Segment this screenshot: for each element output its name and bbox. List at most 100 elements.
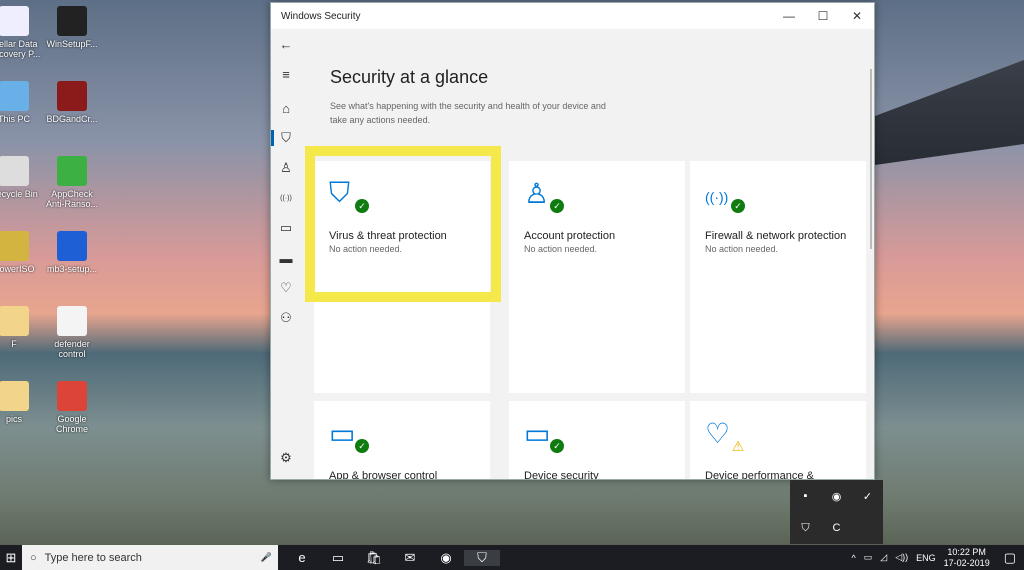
sidebar-item-virus-protection[interactable]: ⛉ bbox=[271, 123, 301, 153]
card-status: No action needed. bbox=[524, 244, 598, 254]
notifications-icon[interactable]: ▢ bbox=[1004, 550, 1016, 566]
card-firewall-network-protection[interactable]: ((·)) ✓ Firewall & network protection No … bbox=[690, 161, 866, 393]
card-icon: ♡ ⚠ bbox=[705, 418, 745, 454]
desktop-icon[interactable]: Recycle Bin bbox=[0, 156, 42, 199]
desktop-app-icon bbox=[0, 6, 29, 36]
card-device-security[interactable]: ▭ ✓ Device security bbox=[509, 401, 685, 479]
desktop-app-icon bbox=[0, 306, 29, 336]
system-tray: ^ ▭ ◿ ◁)) ENG 10:22 PM 17-02-2019 ▢ bbox=[852, 547, 1024, 569]
desktop-icon[interactable]: AppCheck Anti-Ranso... bbox=[44, 156, 100, 209]
tray-network-app-icon[interactable]: ▪ bbox=[804, 490, 808, 502]
warning-badge-icon: ⚠ bbox=[731, 438, 745, 454]
card-app-browser-control[interactable]: ▭ ✓ App & browser control bbox=[314, 401, 490, 479]
window-title: Windows Security bbox=[281, 10, 361, 22]
card-virus-threat-protection[interactable]: ⛉ ✓ Virus & threat protection No action n… bbox=[314, 161, 490, 393]
card-device-performance-[interactable]: ♡ ⚠ Device performance & bbox=[690, 401, 866, 479]
card-status: No action needed. bbox=[329, 244, 403, 254]
desktop-icon[interactable]: WinSetupF... bbox=[44, 6, 100, 49]
sidebar-item-app-browser[interactable]: ▭ bbox=[271, 213, 301, 243]
desktop-app-icon bbox=[57, 156, 87, 186]
menu-icon: ≡ bbox=[282, 66, 290, 82]
sidebar-item-device-health[interactable]: ♡ bbox=[271, 273, 301, 303]
search-box[interactable]: ○ Type here to search 🎤 bbox=[22, 545, 278, 570]
desktop-app-icon bbox=[0, 156, 29, 186]
close-button[interactable]: ✕ bbox=[840, 9, 874, 23]
desktop-app-icon bbox=[57, 231, 87, 261]
taskbar: ⊞ ○ Type here to search 🎤 e ▭ 🛍 ✉ ◉ ⛉ ^ ▭ ◿ ◁… bbox=[0, 545, 1024, 570]
sidebar-item-home[interactable]: ⌂ bbox=[271, 93, 301, 123]
desktop-icon-label: pics bbox=[5, 414, 22, 424]
desktop-icon[interactable]: F bbox=[0, 306, 42, 349]
taskbar-windows-security-icon[interactable]: ⛉ bbox=[464, 549, 500, 566]
card-title: Device performance & bbox=[705, 470, 814, 479]
sidebar-item-family[interactable]: ⚇ bbox=[271, 303, 301, 333]
tray-overflow-flyout: ▪ ◉ ✓ ⛉ C bbox=[790, 480, 883, 544]
battery-icon[interactable]: ▭ bbox=[864, 552, 873, 563]
sidebar-item-back[interactable]: ← bbox=[271, 29, 301, 59]
desktop-icon[interactable]: This PC bbox=[0, 81, 42, 124]
search-placeholder: Type here to search bbox=[44, 551, 142, 564]
taskbar-chrome-icon[interactable]: ◉ bbox=[428, 550, 464, 566]
title-bar: Windows Security — ☐ ✕ bbox=[271, 3, 874, 29]
volume-icon[interactable]: ◁)) bbox=[895, 552, 908, 563]
sidebar: ← ≡ ⌂ ⛉ ♙ ((·)) ▭ ▬ ♡ ⚇ ⚙ bbox=[271, 29, 301, 479]
search-icon: ○ bbox=[30, 551, 37, 564]
minimize-button[interactable]: — bbox=[772, 9, 806, 23]
card-account-protection[interactable]: ♙ ✓ Account protection No action needed. bbox=[509, 161, 685, 393]
page-title: Security at a glance bbox=[330, 67, 489, 87]
pier-background bbox=[875, 60, 1024, 165]
desktop-icon[interactable]: Google Chrome bbox=[44, 381, 100, 434]
desktop-icon-label: defender control bbox=[54, 339, 90, 359]
maximize-button[interactable]: ☐ bbox=[806, 9, 840, 23]
taskbar-store-icon[interactable]: 🛍 bbox=[356, 550, 392, 566]
sidebar-item-settings[interactable]: ⚙ bbox=[271, 443, 301, 473]
desktop-app-icon bbox=[0, 81, 29, 111]
language-indicator[interactable]: ENG bbox=[916, 553, 936, 563]
desktop-app-icon bbox=[0, 231, 29, 261]
show-hidden-icons-chevron[interactable]: ^ bbox=[852, 553, 856, 563]
taskbar-edge-icon[interactable]: e bbox=[284, 550, 320, 566]
start-button[interactable]: ⊞ bbox=[0, 550, 22, 566]
desktop-icon[interactable]: PowerISO bbox=[0, 231, 42, 274]
desktop-icon[interactable]: Stellar Data Recovery P... bbox=[0, 6, 42, 59]
tray-ccleaner-icon[interactable]: C bbox=[833, 522, 841, 534]
scrollbar[interactable] bbox=[870, 69, 872, 249]
card-title: Account protection bbox=[524, 230, 616, 242]
taskbar-mail-icon[interactable]: ✉ bbox=[392, 550, 428, 566]
family-icon: ⚇ bbox=[280, 310, 292, 325]
device-health-icon: ♡ bbox=[280, 280, 292, 295]
card-title: Virus & threat protection bbox=[329, 230, 447, 242]
wifi-icon[interactable]: ◿ bbox=[880, 552, 887, 563]
tray-poweriso-icon[interactable]: ◉ bbox=[832, 490, 842, 503]
card-icon: ▭ ✓ bbox=[329, 417, 369, 453]
sidebar-item-menu[interactable]: ≡ bbox=[271, 59, 301, 89]
desktop-icon-label: PowerISO bbox=[0, 264, 35, 274]
check-badge-icon: ✓ bbox=[731, 199, 745, 213]
back-icon: ← bbox=[279, 36, 293, 52]
clock[interactable]: 10:22 PM 17-02-2019 bbox=[944, 547, 990, 569]
device-security-icon: ▬ bbox=[279, 250, 293, 266]
desktop-icon-label: WinSetupF... bbox=[46, 39, 98, 49]
windows-security-window: Windows Security — ☐ ✕ ← ≡ ⌂ ⛉ ♙ ((·)) ▭ ▬ ♡ ⚇ ⚙ S… bbox=[270, 2, 875, 480]
account-icon: ♙ bbox=[280, 160, 292, 175]
desktop-icon-label: Google Chrome bbox=[55, 414, 88, 434]
home-icon: ⌂ bbox=[282, 100, 290, 116]
tray-appcheck-icon[interactable]: ✓ bbox=[863, 490, 872, 503]
desktop-icon-label: AppCheck Anti-Ranso... bbox=[45, 189, 99, 209]
sidebar-item-device-security[interactable]: ▬ bbox=[271, 243, 301, 273]
desktop-icon[interactable]: BDGandCr... bbox=[44, 81, 100, 124]
desktop-icon-label: This PC bbox=[0, 114, 30, 124]
date: 17-02-2019 bbox=[943, 557, 990, 568]
desktop-app-icon bbox=[57, 6, 87, 36]
microphone-icon[interactable]: 🎤 bbox=[261, 552, 272, 563]
card-title: Device security bbox=[524, 470, 599, 479]
desktop-icon[interactable]: defender control bbox=[44, 306, 100, 359]
desktop-icon[interactable]: mb3-setup... bbox=[44, 231, 100, 274]
card-title: Firewall & network protection bbox=[705, 230, 847, 242]
sidebar-item-firewall[interactable]: ((·)) bbox=[271, 183, 301, 213]
desktop-icon-label: Stellar Data Recovery P... bbox=[0, 39, 41, 59]
tray-defender-icon[interactable]: ⛉ bbox=[801, 522, 809, 535]
taskbar-file-explorer-icon[interactable]: ▭ bbox=[320, 550, 356, 566]
sidebar-item-account[interactable]: ♙ bbox=[271, 153, 301, 183]
desktop-icon[interactable]: pics bbox=[0, 381, 42, 424]
